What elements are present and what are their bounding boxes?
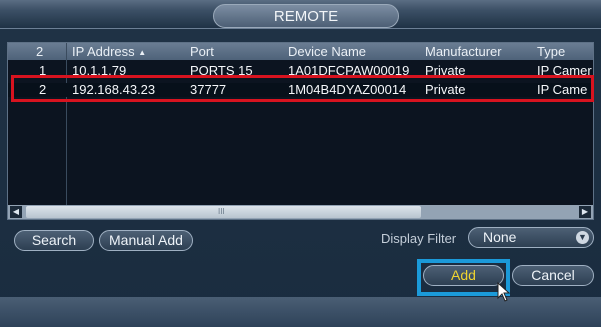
- column-type[interactable]: Type: [537, 43, 565, 60]
- display-filter-select[interactable]: None ▼: [468, 227, 594, 248]
- mouse-pointer-icon: [497, 282, 511, 302]
- column-count[interactable]: 2: [36, 43, 43, 60]
- table-header: 2 IP Address ▲ Port Device Name Manufact…: [8, 43, 593, 60]
- scroll-left-icon[interactable]: ◀: [10, 206, 22, 218]
- dialog-title: REMOTE: [213, 4, 399, 28]
- column-ip-address[interactable]: IP Address ▲: [72, 43, 146, 61]
- column-manufacturer[interactable]: Manufacturer: [425, 43, 502, 60]
- sort-ascending-icon: ▲: [138, 48, 147, 57]
- title-divider: [0, 28, 601, 29]
- display-filter-value: None: [483, 229, 517, 245]
- column-device-name[interactable]: Device Name: [288, 43, 366, 60]
- column-port[interactable]: Port: [190, 43, 214, 60]
- device-table[interactable]: 2 IP Address ▲ Port Device Name Manufact…: [7, 42, 594, 220]
- scrollbar-grip: III: [218, 207, 225, 216]
- scroll-right-icon[interactable]: ▶: [579, 206, 591, 218]
- horizontal-scrollbar[interactable]: ◀ III ▶: [8, 205, 593, 219]
- cancel-button[interactable]: Cancel: [512, 265, 594, 286]
- display-filter-label: Display Filter: [381, 231, 457, 246]
- manual-add-button[interactable]: Manual Add: [99, 230, 193, 251]
- selected-row-highlight: [11, 75, 594, 102]
- chevron-down-icon[interactable]: ▼: [576, 231, 589, 244]
- search-button[interactable]: Search: [14, 230, 94, 251]
